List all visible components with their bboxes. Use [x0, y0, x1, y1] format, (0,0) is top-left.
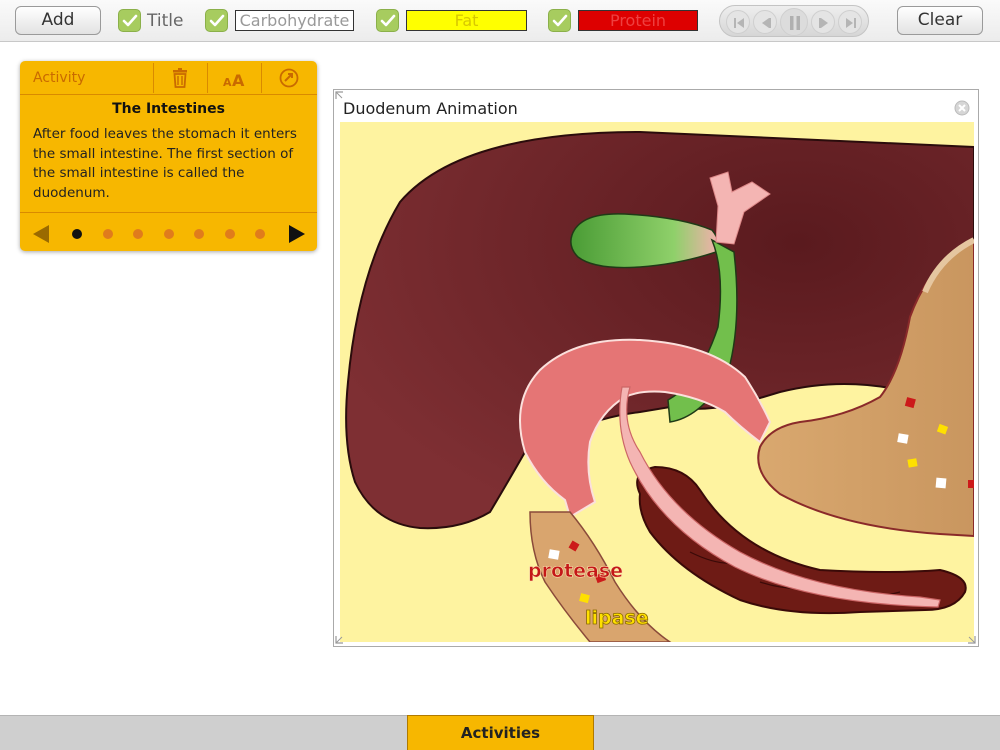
pause-button[interactable]: [780, 8, 808, 36]
fat-particle: [907, 458, 918, 468]
svg-text:A: A: [232, 71, 245, 89]
resize-corner-icon[interactable]: [967, 635, 977, 645]
checkmark-icon: [209, 14, 225, 27]
activity-header-label: Activity: [33, 70, 86, 86]
activity-panel: Activity A A The Intestines After food l…: [20, 61, 317, 251]
carbohydrate-particle: [897, 433, 909, 444]
title-toggle-checkbox[interactable]: [118, 9, 141, 32]
resize-corner-icon[interactable]: [335, 635, 345, 645]
skip-to-start-button[interactable]: [726, 10, 750, 34]
protein-particle: [968, 480, 974, 488]
svg-text:A: A: [223, 76, 232, 89]
step-dot[interactable]: [163, 229, 174, 239]
carbohydrate-particle: [935, 477, 947, 489]
animation-canvas: protease lipase: [340, 122, 974, 642]
carbohydrate-toggle-checkbox[interactable]: [205, 9, 228, 32]
protein-toggle-checkbox[interactable]: [548, 9, 571, 32]
add-button[interactable]: Add: [15, 6, 101, 35]
activities-tab[interactable]: Activities: [407, 715, 594, 750]
checkmark-icon: [380, 14, 396, 27]
step-forward-button[interactable]: [811, 10, 835, 34]
animation-title: Duodenum Animation: [343, 99, 518, 118]
top-toolbar: Add Title Carbohydrate Fat Protein Clear: [0, 0, 1000, 42]
step-back-icon: [762, 18, 771, 28]
skip-to-end-icon: [846, 18, 856, 28]
audio-speak-icon[interactable]: [278, 67, 300, 89]
clear-button[interactable]: Clear: [897, 6, 983, 35]
step-dot[interactable]: [255, 229, 265, 239]
checkmark-icon: [122, 14, 138, 27]
header-divider: [207, 63, 208, 93]
step-dot[interactable]: [102, 229, 113, 239]
carbohydrate-particle: [548, 549, 560, 560]
step-dot[interactable]: [194, 229, 204, 239]
lipase-label: lipase: [585, 607, 649, 629]
protein-swatch: Protein: [578, 10, 698, 31]
duodenum-illustration: protease lipase: [340, 122, 974, 642]
pause-icon: [790, 16, 800, 30]
font-size-icon[interactable]: A A: [222, 67, 248, 89]
footer-divider: [20, 212, 317, 213]
title-toggle-label: Title: [147, 11, 184, 31]
skip-to-end-button[interactable]: [838, 10, 862, 34]
duodenum-animation-window: Duodenum Animation protease lipase: [333, 89, 979, 647]
app-stage: Add Title Carbohydrate Fat Protein Clear…: [0, 0, 1000, 750]
activity-body-text: After food leaves the stomach it enters …: [33, 126, 297, 201]
close-icon[interactable]: [954, 100, 970, 116]
activity-title: The Intestines: [112, 101, 225, 117]
header-divider: [261, 63, 262, 93]
next-arrow-icon[interactable]: [287, 224, 307, 244]
fat-swatch: Fat: [406, 10, 527, 31]
trash-icon[interactable]: [169, 67, 191, 89]
protease-label: protease: [528, 560, 623, 582]
step-dot[interactable]: [72, 229, 82, 239]
playback-controls: [719, 5, 869, 37]
step-back-button[interactable]: [753, 10, 777, 34]
step-dot[interactable]: [224, 229, 235, 239]
skip-to-start-icon: [734, 18, 744, 28]
fat-toggle-checkbox[interactable]: [376, 9, 399, 32]
header-divider: [153, 63, 154, 93]
step-forward-icon: [819, 18, 828, 28]
previous-arrow-icon[interactable]: [31, 224, 51, 244]
activity-panel-header: Activity A A: [20, 61, 317, 95]
checkmark-icon: [552, 14, 568, 27]
carbohydrate-swatch: Carbohydrate: [235, 10, 354, 31]
step-dot[interactable]: [133, 229, 143, 239]
